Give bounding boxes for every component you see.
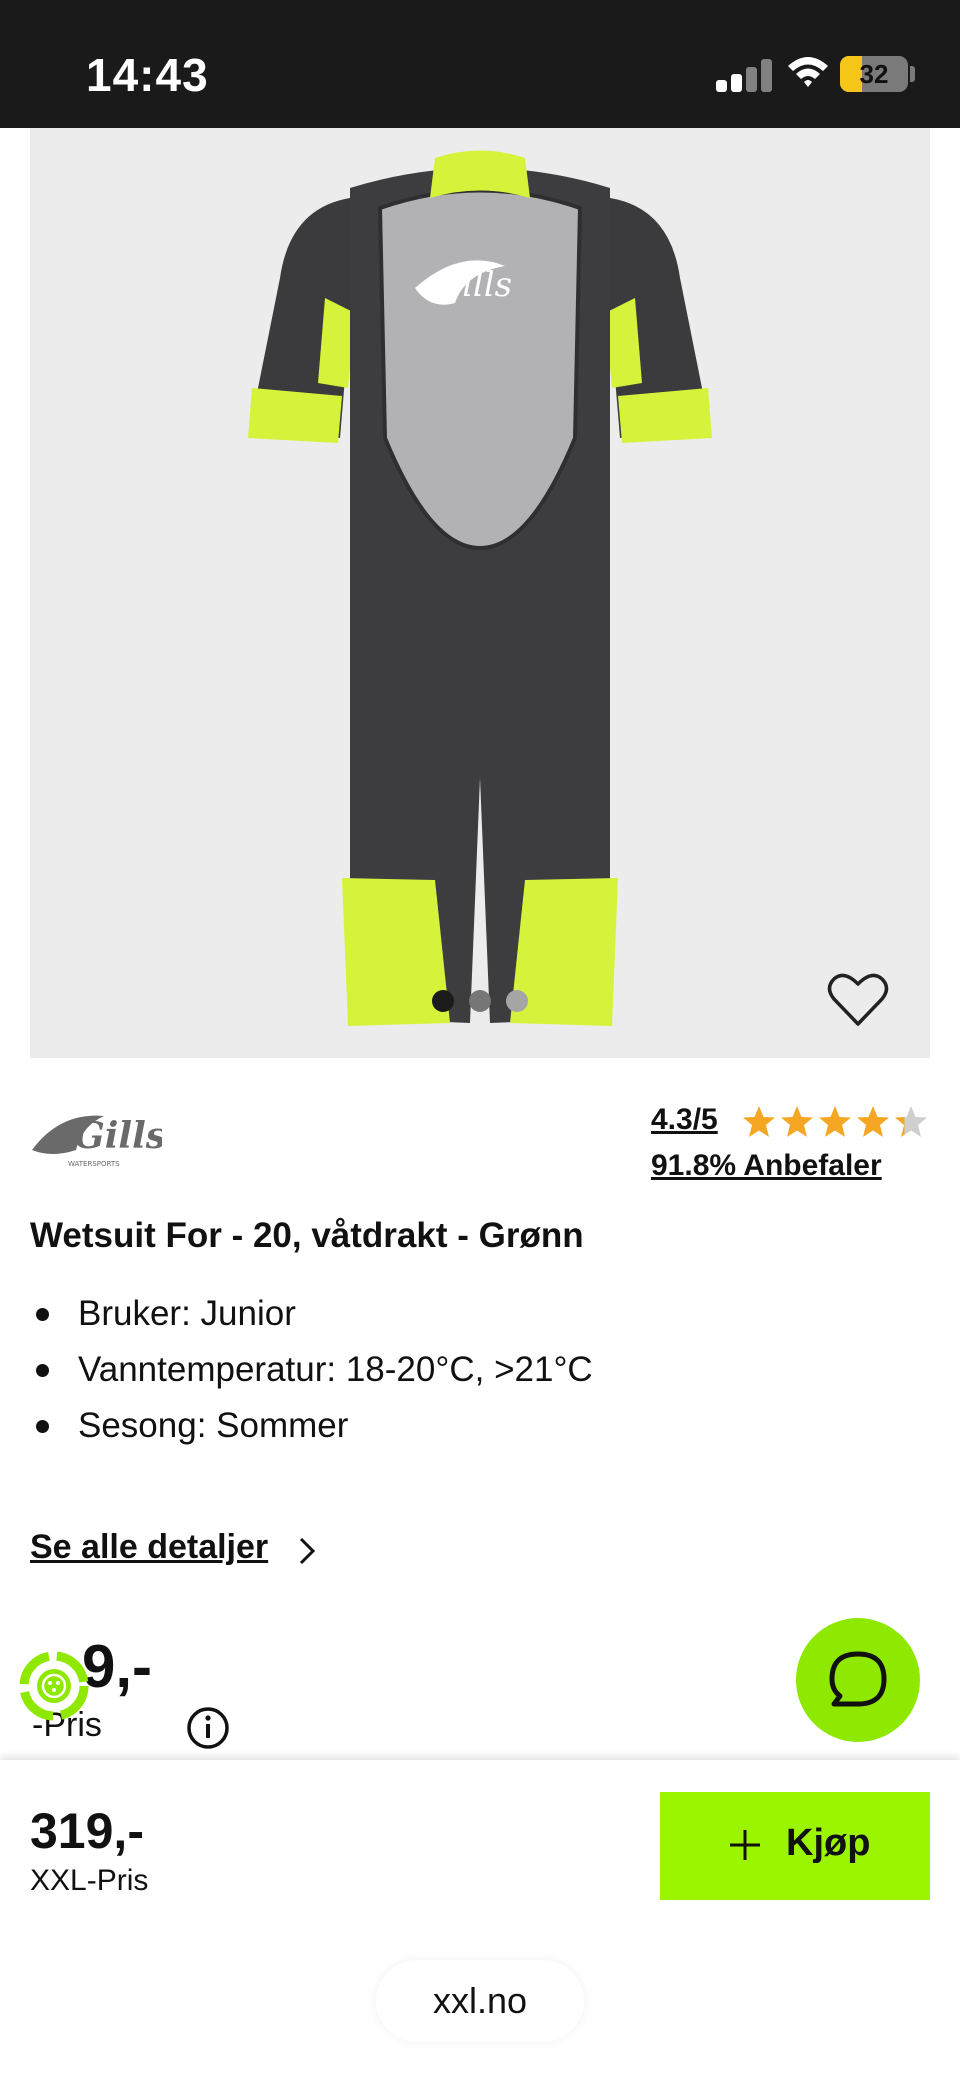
- chat-bubble-icon: [829, 1651, 887, 1707]
- pagination-dot-active[interactable]: [432, 990, 454, 1012]
- buy-button[interactable]: Kjøp: [660, 1792, 930, 1900]
- brand-logo[interactable]: Gills WATERSPORTS: [30, 1108, 162, 1172]
- sticky-price: 319,-: [30, 1803, 144, 1859]
- pagination-dot[interactable]: [469, 990, 491, 1012]
- browser-url-bar[interactable]: xxl.no: [376, 1960, 584, 2042]
- feature-item: Bruker: Junior: [30, 1292, 593, 1348]
- rating-score[interactable]: 4.3/5: [651, 1103, 718, 1137]
- star-icon: [857, 1106, 889, 1137]
- star-icon: [743, 1106, 775, 1137]
- feature-item: Sesong: Sommer: [30, 1404, 593, 1460]
- status-time: 14:43: [86, 49, 209, 101]
- heart-icon[interactable]: [827, 971, 889, 1029]
- battery-level: 32: [859, 59, 889, 89]
- battery-indicator: 32: [840, 56, 908, 92]
- sticky-price-label: XXL-Pris: [30, 1864, 149, 1897]
- product-features: Bruker: Junior Vanntemperatur: 18-20°C, …: [30, 1292, 593, 1460]
- info-icon[interactable]: [186, 1706, 230, 1750]
- chevron-right-icon[interactable]: [298, 1536, 316, 1566]
- svg-text:Gills: Gills: [74, 1115, 162, 1157]
- product-image-gallery[interactable]: ills: [30, 128, 930, 1058]
- status-bar: 14:43 32: [0, 0, 960, 128]
- star-icon: [781, 1106, 813, 1137]
- product-title: Wetsuit For - 20, våtdrakt - Grønn: [30, 1216, 584, 1255]
- svg-text:ills: ills: [462, 265, 512, 305]
- feature-item: Vanntemperatur: 18-20°C, >21°C: [30, 1348, 593, 1404]
- sticky-buy-bar: 319,- XXL-Pris Kjøp xxl.no: [0, 1760, 960, 2079]
- star-icon: [895, 1106, 927, 1137]
- cellular-signal-icon: [716, 58, 772, 92]
- wetsuit-product-image: ills: [248, 150, 712, 1026]
- pagination-dot[interactable]: [506, 990, 528, 1012]
- buy-button-label: Kjøp: [786, 1822, 871, 1864]
- recommend-percentage[interactable]: 91.8% Anbefaler: [651, 1149, 882, 1183]
- battery-tip: [910, 66, 915, 82]
- product-price: 9,-: [82, 1633, 153, 1700]
- plus-icon: [730, 1830, 760, 1860]
- see-all-details-link[interactable]: Se alle detaljer: [30, 1528, 268, 1567]
- loyalty-badge-icon[interactable]: [16, 1648, 92, 1724]
- star-icon: [819, 1106, 851, 1137]
- chat-button[interactable]: [796, 1618, 920, 1742]
- svg-text:WATERSPORTS: WATERSPORTS: [68, 1160, 120, 1168]
- wifi-icon: [788, 57, 828, 87]
